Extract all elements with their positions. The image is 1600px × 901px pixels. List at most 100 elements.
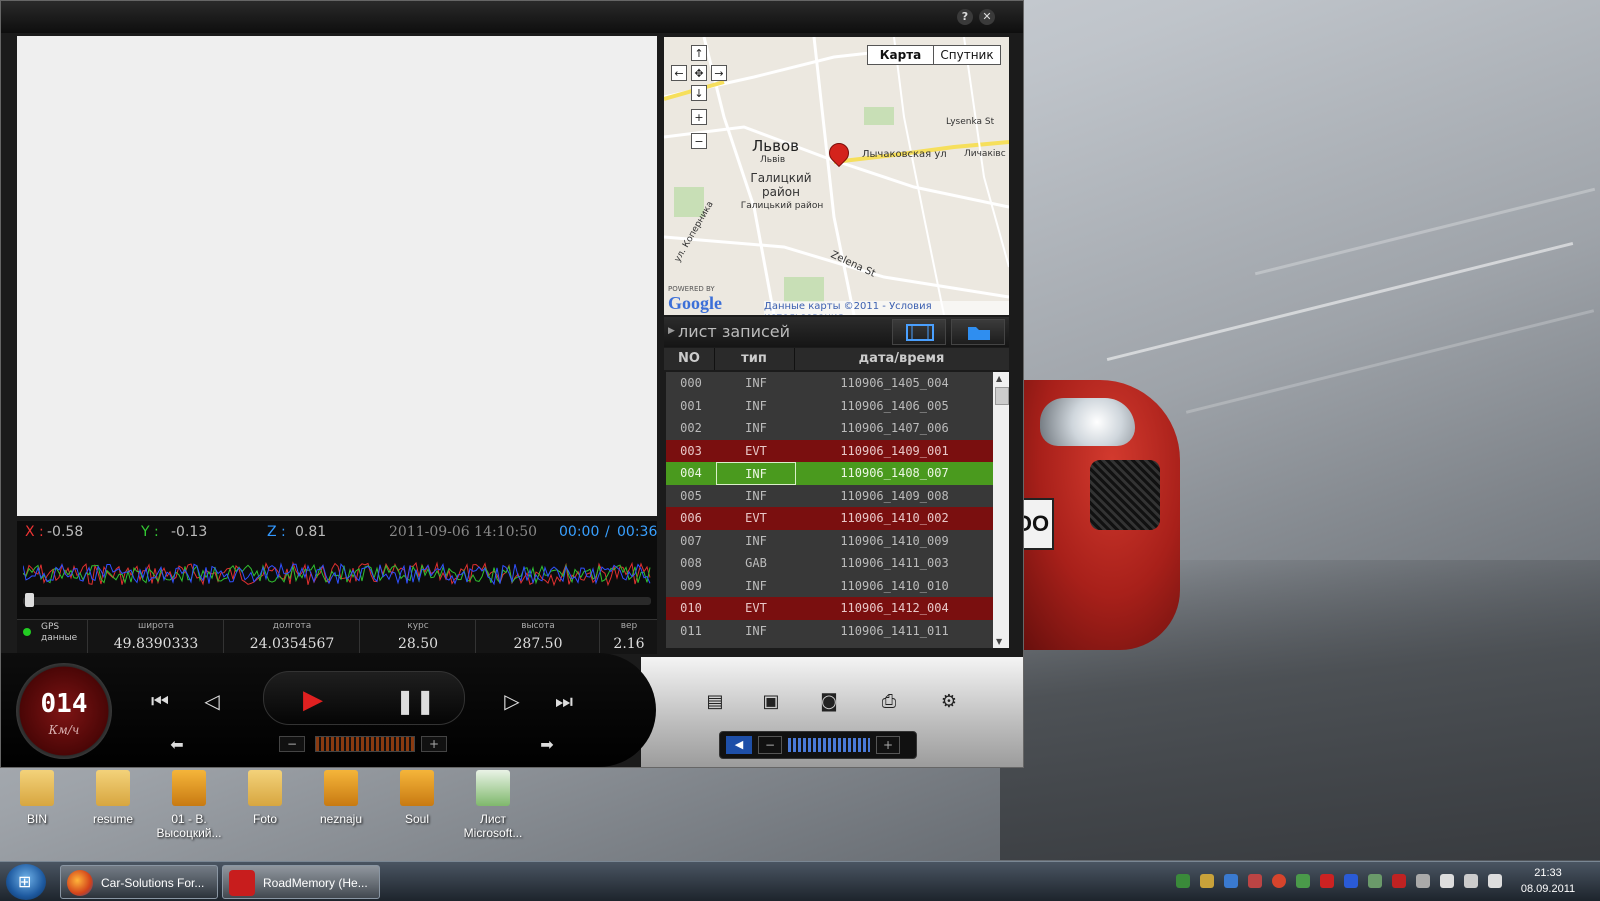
tray-app-icon[interactable] xyxy=(1368,874,1382,888)
desktop-icon-neznaju[interactable]: neznaju xyxy=(306,770,376,826)
skip-first-button[interactable]: ⏮ xyxy=(147,689,173,713)
tray-app-icon[interactable] xyxy=(1320,874,1334,888)
table-row[interactable]: 006 EVT 110906_1410_002 xyxy=(666,507,993,530)
start-button[interactable]: ⊞ xyxy=(6,864,46,900)
map-pan-down-button[interactable]: ↓ xyxy=(691,85,707,101)
print-button[interactable]: ⎙ xyxy=(877,691,901,715)
map-pan-left-button[interactable]: ← xyxy=(671,65,687,81)
table-row[interactable]: 004 INF 110906_1408_007 xyxy=(666,462,993,485)
gps-latitude-value: 49.8390333 xyxy=(113,636,199,652)
tray-volume-icon[interactable] xyxy=(1488,874,1502,888)
table-row[interactable]: 007 INF 110906_1410_009 xyxy=(666,530,993,553)
spreadsheet-icon xyxy=(476,770,510,806)
map-pan-right-button[interactable]: → xyxy=(711,65,727,81)
taskbar-item-roadmemory[interactable]: RoadMemory (Не... xyxy=(222,865,380,899)
speed-down-button[interactable]: − xyxy=(279,736,305,752)
map-view[interactable]: ↑ ← ✥ → ↓ + − Карта Спутник Львов Львів … xyxy=(664,37,1009,315)
tray-bluetooth-icon[interactable] xyxy=(1344,874,1358,888)
timeline-slider[interactable] xyxy=(23,593,651,607)
row-datetime: 110906_1410_009 xyxy=(840,533,949,548)
row-datetime: 110906_1409_001 xyxy=(840,443,949,458)
desktop-icon-label: neznaju xyxy=(319,812,363,826)
speed-up-button[interactable]: + xyxy=(421,736,447,752)
map-pan-up-button[interactable]: ↑ xyxy=(691,45,707,61)
map-pan-center-button[interactable]: ✥ xyxy=(691,65,707,81)
step-forward-button[interactable]: ▷ xyxy=(499,689,525,713)
row-type: INF xyxy=(745,623,767,638)
map-type-satellite-button[interactable]: Спутник xyxy=(933,45,1001,65)
taskbar-item-firefox[interactable]: Car-Solutions For... xyxy=(60,865,218,899)
tray-network-icon[interactable] xyxy=(1176,874,1190,888)
volume-up-button[interactable]: + xyxy=(876,736,900,754)
step-back-button[interactable]: ◁ xyxy=(199,689,225,713)
scroll-down-icon[interactable]: ▼ xyxy=(996,637,1002,646)
column-header-type[interactable]: тип xyxy=(714,348,795,370)
tray-app-icon[interactable] xyxy=(1416,874,1430,888)
record-list-scrollbar[interactable]: ▲ ▼ xyxy=(993,372,1009,648)
desktop-icon-vysotsky[interactable]: 01 - В. Высоцкий... xyxy=(154,770,224,840)
skip-last-button[interactable]: ⏭ xyxy=(551,689,577,713)
map-zoom-in-button[interactable]: + xyxy=(691,109,707,125)
window-titlebar[interactable]: ? ✕ xyxy=(1,1,1023,33)
column-header-datetime[interactable]: дата/время xyxy=(794,348,1009,370)
table-row[interactable]: 009 INF 110906_1410_010 xyxy=(666,575,993,598)
tray-app-icon[interactable] xyxy=(1200,874,1214,888)
firefox-icon xyxy=(67,870,93,896)
tray-app-icon[interactable] xyxy=(1392,874,1406,888)
desktop-icon-soul[interactable]: Soul xyxy=(382,770,452,826)
video-mode-button[interactable] xyxy=(892,319,946,345)
table-row[interactable]: 010 EVT 110906_1412_004 xyxy=(666,597,993,620)
next-file-button[interactable]: ➡ xyxy=(533,735,561,754)
close-button[interactable]: ✕ xyxy=(979,9,995,25)
table-row[interactable]: 008 GAB 110906_1411_003 xyxy=(666,552,993,575)
folder-icon xyxy=(96,770,130,806)
table-row[interactable]: 003 EVT 110906_1409_001 xyxy=(666,439,993,463)
help-button[interactable]: ? xyxy=(957,9,973,25)
row-type: GAB xyxy=(745,556,767,570)
save-button[interactable]: ▣ xyxy=(759,691,783,715)
tray-app-icon[interactable] xyxy=(1296,874,1310,888)
system-clock[interactable]: 21:33 08.09.2011 xyxy=(1508,865,1588,897)
play-button[interactable]: ▶ xyxy=(299,685,327,715)
mute-button[interactable]: ◀ xyxy=(726,736,752,754)
volume-down-button[interactable]: − xyxy=(758,736,782,754)
scroll-up-icon[interactable]: ▲ xyxy=(996,374,1002,383)
row-datetime: 110906_1408_007 xyxy=(840,466,949,480)
table-row[interactable]: 000 INF 110906_1405_004 xyxy=(666,372,993,395)
scrollbar-thumb[interactable] xyxy=(995,387,1009,405)
row-no: 011 xyxy=(680,623,702,638)
desktop-icon-excel[interactable]: Лист Microsoft... xyxy=(458,770,528,840)
map-attribution-link[interactable]: Данные карты ©2011 - Условия использован… xyxy=(764,301,1009,315)
snapshot-button[interactable]: ◙ xyxy=(817,691,841,715)
row-datetime: 110906_1410_010 xyxy=(840,578,949,593)
table-row[interactable]: 005 INF 110906_1409_008 xyxy=(666,485,993,508)
volume-bar[interactable] xyxy=(788,738,870,752)
table-row[interactable]: 001 INF 110906_1406_005 xyxy=(666,395,993,418)
row-no: 009 xyxy=(680,578,702,593)
map-zoom-out-button[interactable]: − xyxy=(691,133,707,149)
tray-signal-icon[interactable] xyxy=(1464,874,1478,888)
table-row[interactable]: 011 INF 110906_1411_011 xyxy=(666,620,993,643)
table-row[interactable]: 002 INF 110906_1407_006 xyxy=(666,417,993,440)
gps-ver-label: вер xyxy=(620,621,638,631)
desktop-icon-bin[interactable]: BIN xyxy=(2,770,72,826)
timeline-knob[interactable] xyxy=(25,593,34,607)
row-no: 002 xyxy=(680,421,702,435)
playback-speed-bar[interactable] xyxy=(315,736,415,752)
settings-button[interactable]: ⚙ xyxy=(937,691,961,715)
gps-label-sub: данные xyxy=(41,633,78,643)
map-type-map-button[interactable]: Карта xyxy=(867,45,934,65)
desktop-icon-resume[interactable]: resume xyxy=(78,770,148,826)
prev-file-button[interactable]: ⬅ xyxy=(163,735,191,754)
z-axis-label: Z : xyxy=(267,524,286,540)
desktop-icon-foto[interactable]: Foto xyxy=(230,770,300,826)
pause-button[interactable]: ❚❚ xyxy=(395,687,435,715)
tray-app-icon[interactable] xyxy=(1248,874,1262,888)
record-list[interactable]: 000 INF 110906_1405_004 001 INF 110906_1406_0… xyxy=(666,372,993,648)
column-header-no[interactable]: NO xyxy=(664,348,715,370)
log-button[interactable]: ▤ xyxy=(703,691,727,715)
tray-app-icon[interactable] xyxy=(1224,874,1238,888)
tray-app-icon[interactable] xyxy=(1272,874,1286,888)
tray-app-icon[interactable] xyxy=(1440,874,1454,888)
open-folder-button[interactable] xyxy=(951,319,1005,345)
